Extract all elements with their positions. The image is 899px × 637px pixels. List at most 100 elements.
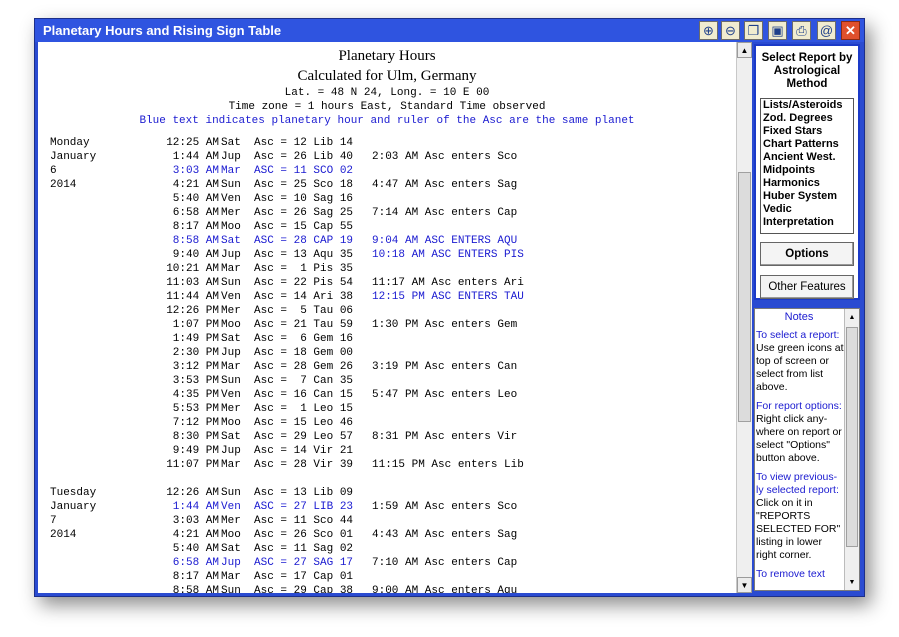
planet-cell: Moo [221,529,241,541]
time-cell: 11:44 AM [166,291,219,303]
planet-cell: Mar [221,571,241,583]
time-cell: 5:40 AM [172,193,219,205]
asc-cell: Asc = 26 Sag 25 [254,207,354,219]
report-scrollbar[interactable]: ▲ ▼ [736,42,752,593]
asc-cell: Asc = 16 Can 15 [254,389,354,401]
planet-cell: Sat [221,235,241,247]
planet-cell: Sun [221,487,241,499]
table-row: January 1:44 AM Ven ASC = 27 LIB 23 1:59 AM … [50,501,730,515]
asc-cell: ASC = 27 LIB 23 [254,501,354,513]
table-row: 8:58 AM Sun Asc = 29 Cap 38 9:00 AM Asc ent… [50,585,730,593]
method-list-item[interactable]: Interpretation [761,216,853,229]
options-button[interactable]: Options [760,242,854,266]
report-title: Planetary Hours [338,48,436,64]
asc-cell: Asc = 14 Vir 21 [254,445,354,457]
notes-scroll-thumb[interactable] [846,327,858,547]
table-row: 6:58 AM Jup ASC = 27 SAG 17 7:10 AM Asc ent… [50,557,730,571]
print-icon[interactable]: ⎙ [792,21,811,40]
planet-cell: Jup [221,347,241,359]
planet-cell: Sun [221,585,241,593]
time-cell: 7:12 PM [172,417,219,429]
table-row: 10:21 AM Mar Asc = 1 Pis 35 [50,263,730,277]
planet-cell: Jup [221,249,241,261]
method-list-item[interactable]: Harmonics [761,177,853,190]
asc-cell: Asc = 17 Cap 01 [254,571,354,583]
time-cell: 1:44 AM [172,151,219,163]
planet-cell: Moo [221,221,241,233]
enters-cell: 8:31 PM Asc enters Vir [372,431,518,443]
report-blue-note: Blue text indicates planetary hour and r… [139,115,635,127]
planetary-hours-table: Monday 12:25 AM Sat Asc = 12 Lib 14 January 1… [50,137,730,593]
method-list[interactable]: Lists/Asteroids Zod. Degrees Fixed Stars Ch… [760,98,854,234]
asc-cell: Asc = 1 Leo 15 [254,403,354,415]
enters-cell: 7:10 AM Asc enters Cap [372,557,518,569]
scroll-down-arrow-icon[interactable]: ▼ [737,577,752,593]
time-cell: 5:40 AM [172,543,219,555]
table-row: 1:49 PM Sat Asc = 6 Gem 16 [50,333,730,347]
report-area[interactable]: Planetary Hours Calculated for Ulm, Germ… [38,42,736,593]
time-cell: 11:07 PM [166,459,219,471]
scroll-thumb[interactable] [738,172,751,422]
day-cell: 6 [50,165,57,177]
planet-cell: Ven [221,291,241,303]
notes-scroll-up-icon[interactable]: ▲ [845,310,859,324]
table-row: 12:26 PM Mer Asc = 5 Tau 06 [50,305,730,319]
time-cell: 10:21 AM [166,263,219,275]
time-cell: 3:03 AM [172,165,219,177]
zoom-in-icon[interactable]: ⊕ [699,21,718,40]
method-list-item[interactable]: Lists/Asteroids [761,99,853,112]
time-cell: 3:12 PM [172,361,219,373]
enters-cell: 4:43 AM Asc enters Sag [372,529,518,541]
asc-cell: Asc = 21 Tau 59 [254,319,354,331]
restore-window-icon[interactable]: ❐ [744,21,763,40]
enters-cell: 9:04 AM ASC ENTERS AQU [372,235,518,247]
asc-cell: Asc = 13 Aqu 35 [254,249,354,261]
planet-cell: Mar [221,459,241,471]
planet-cell: Jup [221,151,241,163]
time-cell: 4:21 AM [172,529,219,541]
time-cell: 1:07 PM [172,319,219,331]
table-row: 5:40 AM Ven Asc = 10 Sag 16 [50,193,730,207]
method-list-item[interactable]: Vedic [761,203,853,216]
enters-cell: 3:19 PM Asc enters Can [372,361,518,373]
email-icon[interactable]: @ [817,21,836,40]
time-cell: 11:03 AM [166,277,219,289]
planet-cell: Jup [221,445,241,457]
notes-scroll-down-icon[interactable]: ▼ [845,575,859,589]
table-row: 8:58 AM Sat ASC = 28 CAP 19 9:04 AM ASC ENT… [50,235,730,249]
planet-cell: Mar [221,361,241,373]
asc-cell: ASC = 11 SCO 02 [254,165,354,177]
table-row: 4:35 PM Ven Asc = 16 Can 15 5:47 PM Asc ent… [50,389,730,403]
planet-cell: Moo [221,417,241,429]
table-row: 8:17 AM Mar Asc = 17 Cap 01 [50,571,730,585]
title-bar[interactable]: Planetary Hours and Rising Sign Table ⊕ ⊖… [35,19,864,42]
save-disk-icon[interactable]: ▣ [768,21,787,40]
notes-scrollbar[interactable]: ▲ ▼ [844,309,859,590]
other-features-button[interactable]: Other Features [760,275,854,299]
asc-cell: Asc = 12 Lib 14 [254,137,354,149]
time-cell: 8:58 AM [172,585,219,593]
method-list-item[interactable]: Ancient West. [761,151,853,164]
time-cell: 4:21 AM [172,179,219,191]
close-icon[interactable]: ✕ [841,21,860,40]
time-cell: 8:17 AM [172,571,219,583]
asc-cell: Asc = 13 Lib 09 [254,487,354,499]
day-cell: Tuesday [50,487,97,499]
method-list-item[interactable]: Midpoints [761,164,853,177]
window-title: Planetary Hours and Rising Sign Table [43,23,282,38]
table-row: 8:17 AM Moo Asc = 15 Cap 55 [50,221,730,235]
method-list-item[interactable]: Fixed Stars [761,125,853,138]
asc-cell: Asc = 11 Sag 02 [254,543,354,555]
method-list-item[interactable]: Huber System [761,190,853,203]
enters-cell: 2:03 AM Asc enters Sco [372,151,518,163]
asc-cell: Asc = 6 Gem 16 [254,333,354,345]
table-row: 5:40 AM Sat Asc = 11 Sag 02 [50,543,730,557]
zoom-out-icon[interactable]: ⊖ [721,21,740,40]
enters-cell: 4:47 AM Asc enters Sag [372,179,518,191]
scroll-up-arrow-icon[interactable]: ▲ [737,42,752,58]
method-list-item[interactable]: Zod. Degrees [761,112,853,125]
planet-cell: Mer [221,305,241,317]
method-list-item[interactable]: Chart Patterns [761,138,853,151]
table-row: 7:12 PM Moo Asc = 15 Leo 46 [50,417,730,431]
asc-cell: Asc = 11 Sco 44 [254,515,354,527]
